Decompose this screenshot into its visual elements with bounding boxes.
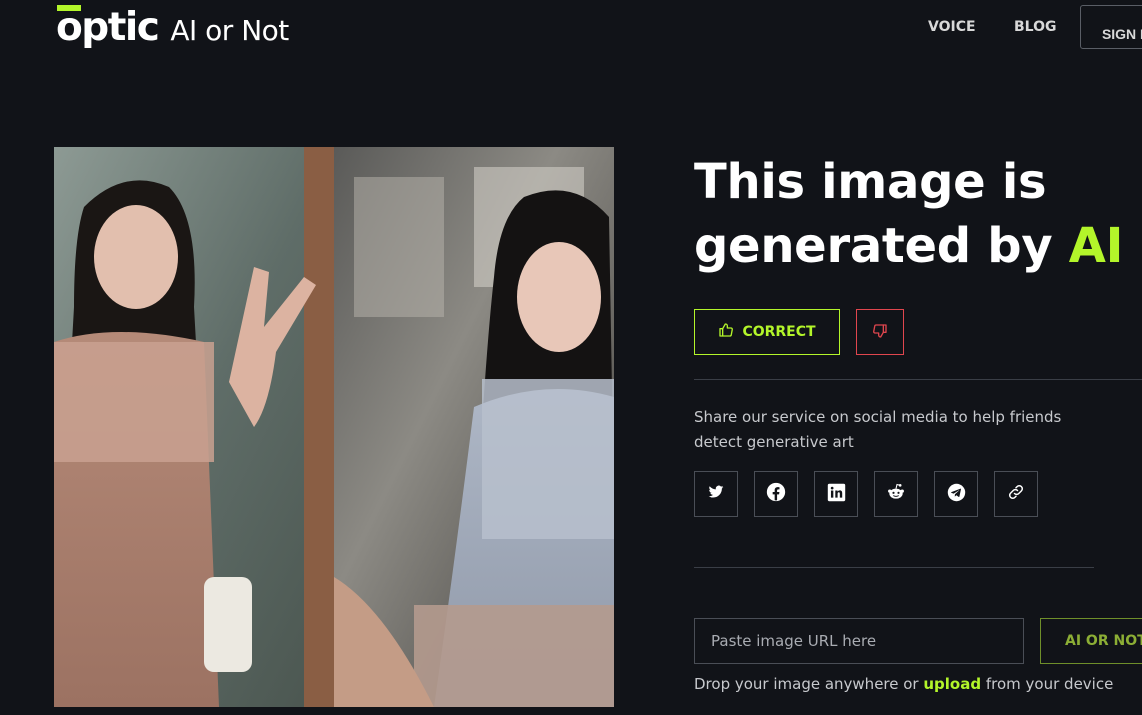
twitter-icon [708, 484, 724, 504]
sign-in-button[interactable]: SIGN IN [1080, 5, 1142, 49]
image-url-input[interactable] [694, 618, 1024, 664]
correct-button[interactable]: CORRECT [694, 309, 840, 355]
page: optic AI or Not VOICE BLOG SIGN IN [0, 0, 1142, 715]
headline-highlight: AI [1068, 218, 1124, 274]
drop-instructions: Drop your image anywhere or upload from … [694, 675, 1113, 693]
incorrect-button[interactable] [856, 309, 904, 355]
optic-logo[interactable]: optic AI or Not [56, 5, 289, 50]
share-text: Share our service on social media to hel… [694, 408, 1062, 451]
nav-voice-link[interactable]: VOICE [928, 19, 976, 35]
divider [694, 567, 1094, 568]
logo-subtitle: AI or Not [170, 14, 289, 47]
logo-mark: optic [56, 5, 160, 50]
share-facebook-button[interactable] [754, 471, 798, 517]
thumbs-down-icon [872, 323, 888, 342]
analyzed-image [54, 147, 614, 707]
reddit-icon [886, 482, 906, 506]
drop-prefix: Drop your image anywhere or [694, 675, 924, 693]
nav-blog-link[interactable]: BLOG [1014, 19, 1057, 35]
correct-label: CORRECT [742, 324, 816, 340]
divider [694, 379, 1142, 380]
drop-suffix: from your device [981, 675, 1114, 693]
upload-link[interactable]: upload [923, 675, 981, 693]
link-icon [1007, 483, 1025, 505]
linkedin-icon [827, 483, 846, 506]
share-reddit-button[interactable] [874, 471, 918, 517]
share-linkedin-button[interactable] [814, 471, 858, 517]
copy-link-button[interactable] [994, 471, 1038, 517]
share-telegram-button[interactable] [934, 471, 978, 517]
telegram-icon [947, 483, 966, 506]
result-headline: This image is generated by AI [694, 150, 1134, 278]
thumbs-up-icon [718, 322, 734, 342]
share-twitter-button[interactable] [694, 471, 738, 517]
facebook-icon [766, 482, 786, 506]
ai-or-not-button[interactable]: AI OR NOT? [1040, 618, 1142, 664]
headline-text: This image is generated by [694, 154, 1069, 274]
